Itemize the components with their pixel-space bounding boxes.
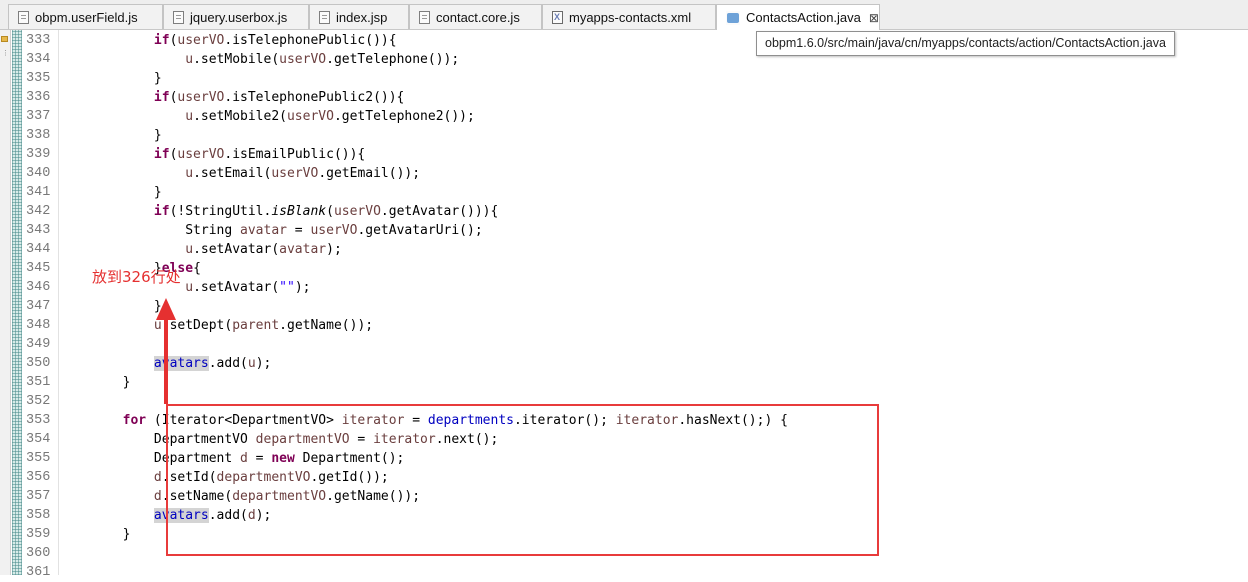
line-number: 347	[26, 299, 51, 314]
line-number: 344	[26, 242, 51, 257]
code-line[interactable]: if(userVO.isEmailPublic()){	[60, 145, 365, 164]
jsp-file-icon	[319, 10, 330, 24]
xml-file-icon	[552, 10, 563, 24]
code-line[interactable]: }	[60, 126, 162, 145]
line-number: 351	[26, 375, 51, 390]
line-number: 336	[26, 90, 51, 105]
code-line[interactable]: if(!StringUtil.isBlank(userVO.getAvatar(…	[60, 202, 498, 221]
line-number: 345	[26, 261, 51, 276]
tab-label: jquery.userbox.js	[190, 9, 288, 25]
tab-label: myapps-contacts.xml	[569, 9, 692, 25]
line-number: 338	[26, 128, 51, 143]
code-line[interactable]: }	[60, 373, 131, 392]
line-number: 335	[26, 71, 51, 86]
java-file-icon	[726, 10, 740, 25]
code-line[interactable]: }	[60, 525, 131, 544]
tab-jquery-userbox-js[interactable]: jquery.userbox.js	[163, 4, 309, 29]
line-number: 334	[26, 52, 51, 67]
line-number: 356	[26, 470, 51, 485]
tab-label: obpm.userField.js	[35, 9, 138, 25]
tab-myapps-contacts-xml[interactable]: myapps-contacts.xml	[542, 4, 716, 29]
annotation-up-arrow-icon	[156, 298, 176, 404]
line-number: 361	[26, 565, 51, 580]
tab-label: contact.core.js	[436, 9, 520, 25]
tab-index-jsp[interactable]: index.jsp	[309, 4, 409, 29]
tab-label: ContactsAction.java	[746, 10, 861, 25]
line-number: 346	[26, 280, 51, 295]
line-number: 343	[26, 223, 51, 238]
js-file-icon	[173, 10, 184, 24]
line-number: 337	[26, 109, 51, 124]
editor-tab-bar: obpm.userField.js jquery.userbox.js inde…	[0, 0, 1248, 30]
line-number: 354	[26, 432, 51, 447]
line-number: 339	[26, 147, 51, 162]
line-number: 348	[26, 318, 51, 333]
marker-gutter: ⋮	[0, 30, 11, 575]
code-line[interactable]: u.setEmail(userVO.getEmail());	[60, 164, 420, 183]
line-number: 349	[26, 337, 51, 352]
line-number: 357	[26, 489, 51, 504]
code-line[interactable]: String avatar = userVO.getAvatarUri();	[60, 221, 482, 240]
tab-contactsaction-java[interactable]: ContactsAction.java ⊠	[716, 4, 880, 30]
js-file-icon	[419, 10, 430, 24]
code-line[interactable]: u.setDept(parent.getName());	[60, 316, 373, 335]
code-line[interactable]: u.setMobile2(userVO.getTelephone2());	[60, 107, 475, 126]
close-tab-icon[interactable]: ⊠	[869, 11, 879, 25]
line-number: 340	[26, 166, 51, 181]
bookmark-marker-icon	[1, 36, 8, 42]
line-number: 333	[26, 33, 51, 48]
code-line[interactable]: }	[60, 183, 162, 202]
highlight-rectangle	[166, 404, 879, 556]
file-path-tooltip: obpm1.6.0/src/main/java/cn/myapps/contac…	[756, 31, 1175, 56]
line-number: 360	[26, 546, 51, 561]
line-number: 342	[26, 204, 51, 219]
tab-label: index.jsp	[336, 9, 388, 25]
line-number: 341	[26, 185, 51, 200]
line-number: 359	[26, 527, 51, 542]
code-line[interactable]: }	[60, 69, 162, 88]
code-line[interactable]: if(userVO.isTelephonePublic()){	[60, 31, 397, 50]
code-line[interactable]: u.setMobile(userVO.getTelephone());	[60, 50, 459, 69]
js-file-icon	[18, 10, 29, 24]
annotation-label: 放到326行处	[92, 268, 181, 286]
line-number: 353	[26, 413, 51, 428]
annotation-marker-icon: ⋮	[2, 49, 9, 57]
code-line[interactable]: }	[60, 297, 162, 316]
tab-contact-core-js[interactable]: contact.core.js	[409, 4, 542, 29]
line-number: 350	[26, 356, 51, 371]
quick-diff-bar	[12, 30, 22, 575]
code-line[interactable]: u.setAvatar(avatar);	[60, 240, 342, 259]
line-number: 358	[26, 508, 51, 523]
code-line[interactable]: if(userVO.isTelephonePublic2()){	[60, 88, 404, 107]
line-number: 352	[26, 394, 51, 409]
line-number-ruler: 333 334 335 336 337 338 339 340 341 342 343 344 345 3…	[22, 30, 59, 580]
tab-obpm-userfield-js[interactable]: obpm.userField.js	[8, 4, 163, 29]
line-number: 355	[26, 451, 51, 466]
